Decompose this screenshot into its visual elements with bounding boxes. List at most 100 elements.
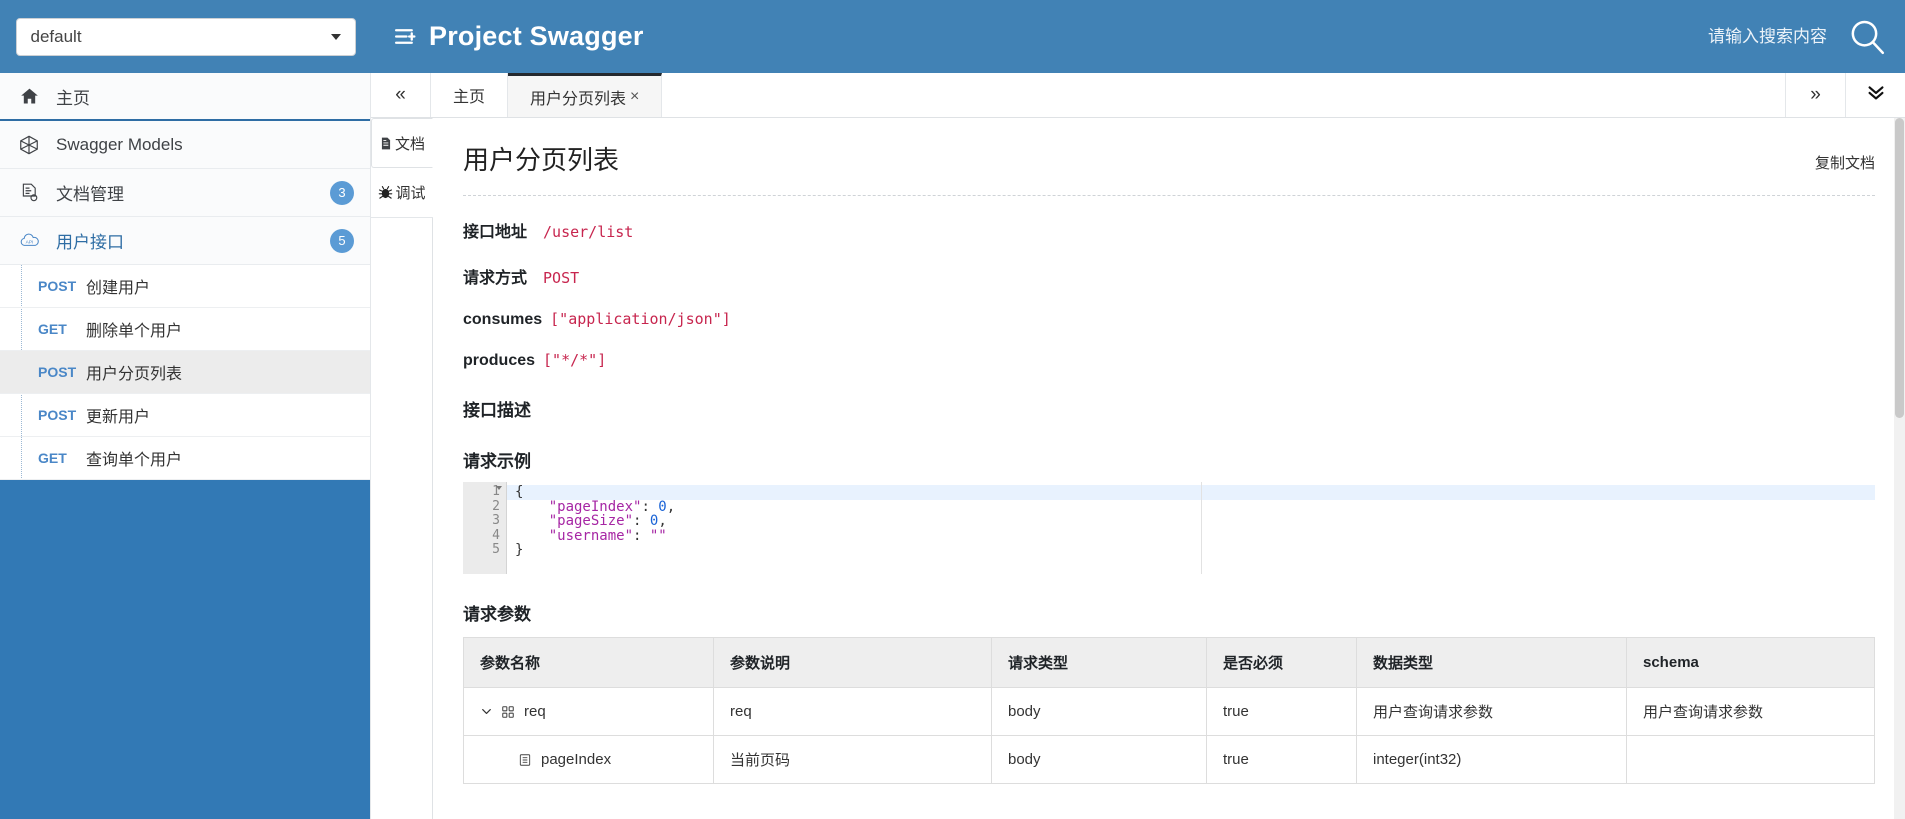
- line-number: 1: [492, 484, 502, 499]
- tab-bar-spacer: [662, 73, 1785, 117]
- meta-label: consumes: [463, 311, 543, 328]
- section-title-example: 请求示例: [463, 452, 531, 471]
- meta-label: 接口地址: [463, 224, 528, 241]
- cell-request-type: body: [991, 735, 1207, 784]
- line-number: 3: [492, 513, 500, 529]
- meta-value: /user/list: [543, 223, 634, 241]
- svg-text:API: API: [25, 239, 33, 245]
- code-content[interactable]: { "pageIndex": 0, "pageSize": 0, "userna…: [507, 482, 1875, 574]
- cell-request-type: body: [991, 687, 1207, 736]
- meta-row-consumes: consumes ["application/json"]: [433, 310, 1905, 329]
- cell-required: true: [1206, 735, 1357, 784]
- chevron-double-down-icon: [1865, 81, 1887, 109]
- meta-row-produces: produces ["*/*"]: [433, 351, 1905, 370]
- line-number: 5: [492, 542, 500, 558]
- tab-user-page-list[interactable]: 用户分页列表 ×: [508, 73, 663, 117]
- tab-list-dropdown-button[interactable]: [1845, 73, 1905, 117]
- collapse-sidebar-button[interactable]: «: [371, 73, 431, 117]
- http-method: GET: [38, 450, 67, 466]
- tab-label: 主页: [453, 89, 486, 106]
- field-list-icon: [518, 753, 532, 767]
- cell-schema: [1626, 735, 1875, 784]
- sidebar: 主页 Swagger Models 文档管理 3 API 用户接口 5 POST…: [0, 73, 371, 819]
- code-line: "username": "": [548, 527, 667, 544]
- scroll-tabs-right-button[interactable]: »: [1785, 73, 1845, 117]
- param-name-text: req: [524, 703, 546, 720]
- vertical-tab-strip: 文档 调试: [371, 118, 433, 819]
- status-badge: 3: [330, 180, 354, 205]
- meta-row-url: 接口地址 /user/list: [433, 218, 1905, 242]
- list-item[interactable]: GET 查询单个用户: [0, 437, 370, 480]
- sidebar-item-label: 文档管理: [56, 185, 124, 204]
- project-select-value: default: [30, 26, 82, 46]
- table-row: req req body true 用户查询请求参数 用户查询请求参数: [463, 687, 1875, 736]
- sidebar-item-doc-management[interactable]: 文档管理 3: [0, 169, 370, 217]
- http-method: GET: [38, 321, 67, 337]
- brand-title: Project Swagger: [429, 21, 644, 51]
- chevron-double-right-icon: »: [1810, 84, 1821, 105]
- close-icon[interactable]: ×: [630, 88, 639, 106]
- code-line: {: [515, 484, 524, 500]
- api-name: 删除单个用户: [86, 323, 183, 340]
- cell-schema: 用户查询请求参数: [1626, 687, 1875, 736]
- top-bar: default Project Swagger: [0, 0, 1905, 73]
- brand: Project Swagger: [393, 21, 644, 52]
- list-item-selected[interactable]: POST 用户分页列表: [0, 351, 370, 394]
- tab-debug[interactable]: 调试: [371, 168, 433, 218]
- sidebar-item-swagger-models[interactable]: Swagger Models: [0, 121, 370, 169]
- code-line: }: [515, 542, 524, 559]
- menu-lines-icon[interactable]: [393, 24, 418, 49]
- sidebar-item-label: 用户接口: [56, 233, 124, 252]
- cell-param-desc: req: [713, 687, 992, 736]
- meta-value: POST: [543, 269, 580, 287]
- column-header-desc: 参数说明: [713, 637, 992, 688]
- api-name: 更新用户: [86, 409, 151, 426]
- column-header-req-type: 请求类型: [991, 637, 1207, 688]
- vertical-scrollbar[interactable]: [1894, 118, 1905, 819]
- meta-value: ["*/*"]: [543, 351, 607, 369]
- line-number: 4: [492, 527, 500, 543]
- search-input[interactable]: [1569, 25, 1829, 48]
- project-select[interactable]: default: [15, 17, 356, 56]
- cube-icon: [14, 134, 44, 156]
- api-name: 创建用户: [86, 280, 151, 297]
- scrollbar-thumb[interactable]: [1895, 118, 1904, 418]
- sidebar-item-home[interactable]: 主页: [0, 73, 370, 121]
- copy-document-button[interactable]: 复制文档: [1815, 152, 1875, 177]
- search-icon[interactable]: [1847, 17, 1887, 57]
- list-item[interactable]: GET 删除单个用户: [0, 308, 370, 351]
- sidebar-item-label: 主页: [56, 88, 90, 108]
- code-line: "pageSize": 0,: [548, 513, 667, 530]
- page-title: 用户分页列表: [463, 145, 620, 175]
- table-header-row: 参数名称 参数说明 请求类型 是否必须 数据类型 schema: [463, 637, 1875, 688]
- fold-toggle-icon[interactable]: [496, 486, 502, 490]
- tab-label: 用户分页列表: [530, 90, 627, 108]
- vtab-label: 文档: [394, 135, 425, 153]
- section-title-params: 请求参数: [463, 605, 531, 624]
- api-name: 用户分页列表: [86, 366, 183, 383]
- tab-home[interactable]: 主页: [431, 73, 509, 117]
- meta-value: ["application/json"]: [550, 310, 731, 328]
- sidebar-item-user-api[interactable]: API 用户接口 5: [0, 217, 370, 265]
- api-name: 查询单个用户: [86, 452, 183, 469]
- chevron-double-left-icon: «: [395, 84, 406, 105]
- param-name-text: pageIndex: [541, 751, 612, 768]
- project-select-container: default: [0, 0, 371, 73]
- list-item[interactable]: POST 创建用户: [0, 265, 370, 308]
- tab-document[interactable]: 文档: [371, 118, 433, 168]
- meta-label: produces: [463, 352, 536, 369]
- sidebar-item-label: Swagger Models: [56, 134, 183, 154]
- status-badge: 5: [330, 228, 354, 253]
- column-header-schema: schema: [1626, 637, 1875, 688]
- api-endpoint-list: POST 创建用户 GET 删除单个用户 POST 用户分页列表 POST 更新…: [0, 265, 370, 480]
- chevron-down-icon[interactable]: [480, 705, 493, 718]
- api-cloud-icon: API: [14, 229, 44, 252]
- tab-bar: « 主页 用户分页列表 × »: [371, 73, 1905, 118]
- cell-param-name: req: [463, 687, 714, 736]
- file-doc-icon: [379, 136, 393, 151]
- column-header-name: 参数名称: [463, 637, 714, 688]
- request-example-code-editor[interactable]: 1 2 3 4 5 { "pageIndex": 0, "pageSize": …: [463, 482, 1875, 574]
- request-parameters-table: 参数名称 参数说明 请求类型 是否必须 数据类型 schema req req …: [463, 637, 1875, 784]
- list-item[interactable]: POST 更新用户: [0, 394, 370, 437]
- chevron-down-icon: [330, 33, 341, 40]
